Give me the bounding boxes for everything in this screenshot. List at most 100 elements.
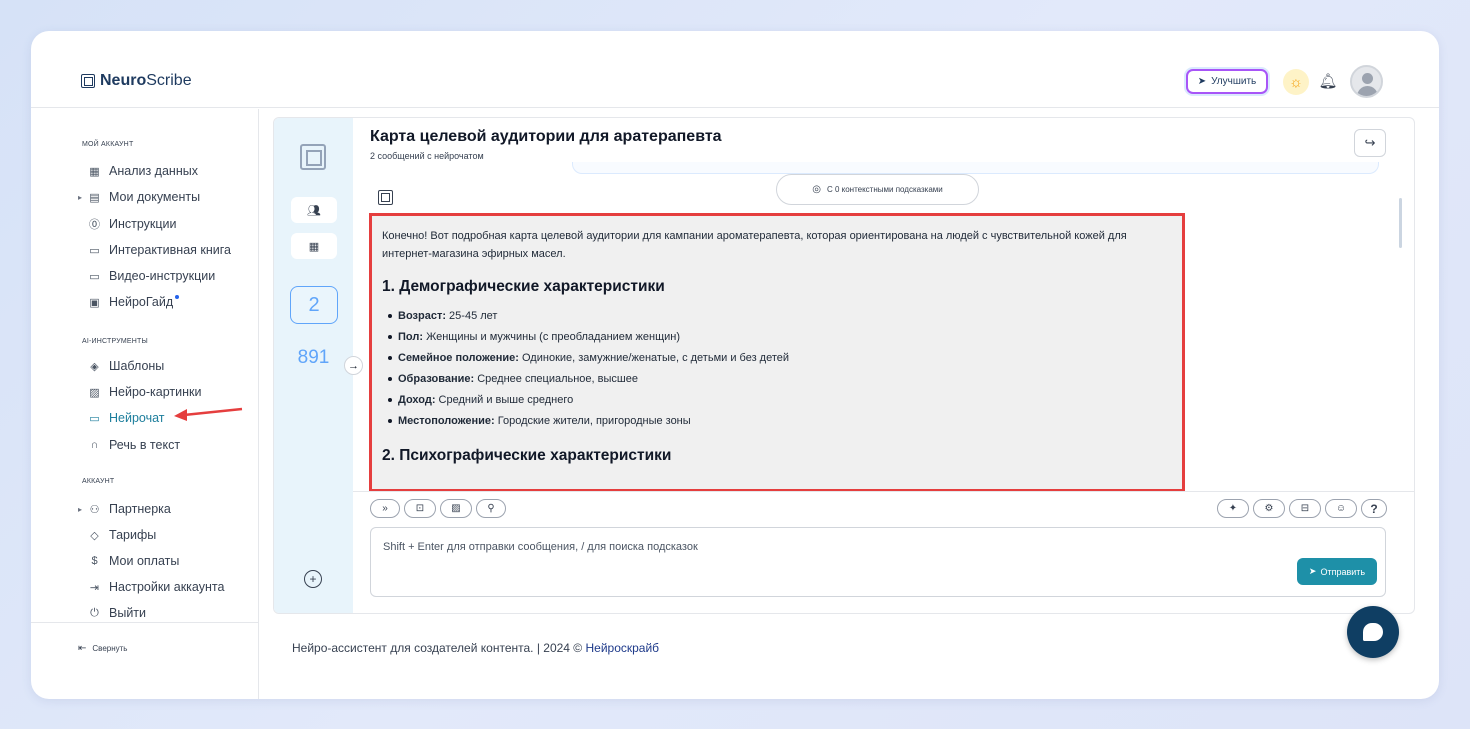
- guide-icon: ▣: [89, 296, 100, 309]
- power-icon: ⏻: [90, 606, 99, 619]
- help-circle-icon: ⓪: [89, 219, 100, 231]
- layout-icon: ⊟: [1300, 503, 1310, 514]
- sidebar-item-label: Видео-инструкции: [109, 269, 216, 283]
- grid-button[interactable]: ▦: [291, 233, 337, 259]
- top-bar: NeuroScribe ➤ Улучшить ☼ 🔔︎: [31, 31, 1439, 108]
- magic-wand-button[interactable]: ⚲: [476, 499, 506, 518]
- item-text: Средний и выше среднего: [435, 394, 574, 406]
- sidebar-item-neuro-images[interactable]: ▨ Нейро-картинки: [88, 385, 201, 399]
- send-label: Отправить: [1320, 566, 1366, 577]
- sidebar-item-video-instructions[interactable]: ▭ Видео-инструкции: [88, 269, 215, 283]
- list-item: Местоположение: Городские жители, пригор…: [382, 411, 1172, 432]
- app-window: NeuroScribe ➤ Улучшить ☼ 🔔︎ МОЙ АККАУНТ …: [31, 31, 1439, 699]
- avatar-torso: [1357, 86, 1378, 96]
- plugins-button[interactable]: ✦: [1217, 499, 1249, 518]
- sidebar-item-neurochat[interactable]: ▭ Нейрочат: [88, 411, 165, 425]
- message-heading-1: 1. Демографические характеристики: [382, 278, 665, 295]
- sidebar-item-label: Мои документы: [109, 190, 201, 204]
- tag-icon: ◇: [90, 529, 99, 542]
- section-account: АККАУНТ: [82, 478, 115, 485]
- message-input[interactable]: Shift + Enter для отправки сообщения, / …: [370, 527, 1386, 597]
- item-label: Образование:: [398, 373, 475, 385]
- list-item: Доход: Средний и выше среднего: [382, 390, 1172, 411]
- settings-button[interactable]: ⚙: [1253, 499, 1285, 518]
- gear-icon: ⚙: [1264, 503, 1274, 514]
- upload-document-button[interactable]: ⊡: [404, 499, 436, 518]
- notifications-bell-icon[interactable]: 🔔︎: [1317, 70, 1339, 92]
- item-text: Среднее специальное, высшее: [474, 373, 638, 385]
- item-label: Пол:: [398, 331, 424, 343]
- item-label: Доход:: [398, 394, 436, 406]
- upgrade-button[interactable]: ➤ Улучшить: [1186, 69, 1268, 94]
- layout-button[interactable]: ⊟: [1289, 499, 1321, 518]
- bot-avatar-icon: [378, 190, 393, 205]
- support-chat-button[interactable]: [1347, 606, 1399, 658]
- sidebar-item-my-documents[interactable]: ▤ Мои документы: [78, 190, 201, 204]
- expand-arrow-icon[interactable]: →: [344, 356, 363, 375]
- wand-icon: ⚲: [487, 503, 495, 514]
- help-button[interactable]: ?: [1361, 499, 1387, 518]
- toolbar-divider: [353, 491, 1414, 492]
- section-ai-tools: AI-ИНСТРУМЕНТЫ: [82, 338, 148, 345]
- sidebar-divider: [31, 622, 259, 623]
- scroll-down-button[interactable]: »: [370, 499, 400, 518]
- send-button[interactable]: ➤ Отправить: [1297, 558, 1377, 585]
- avatar-head: [1362, 73, 1373, 84]
- scrollbar[interactable]: [1399, 198, 1402, 248]
- item-text: Женщины и мужчины (с преобладанием женщи…: [423, 331, 681, 343]
- users-icon: ⚇: [89, 503, 100, 516]
- chat-bubble-icon: [1363, 623, 1383, 641]
- sidebar-item-account-settings[interactable]: ⇥ Настройки аккаунта: [88, 580, 225, 594]
- app-logo[interactable]: NeuroScribe: [81, 72, 192, 90]
- bot-button[interactable]: ☺: [1325, 499, 1357, 518]
- image-icon: ▨: [451, 503, 461, 514]
- chevrons-down-icon: »: [382, 503, 388, 514]
- collapse-sidebar-button[interactable]: ⇤ Свернуть: [78, 643, 127, 654]
- add-chat-icon[interactable]: +: [304, 570, 322, 588]
- upgrade-label: Улучшить: [1211, 76, 1257, 87]
- chat-count-badge[interactable]: 2: [290, 286, 338, 324]
- token-number: 891: [297, 347, 330, 368]
- red-arrow-annotation: [174, 407, 243, 421]
- sidebar-item-label: Настройки аккаунта: [109, 580, 225, 594]
- sidebar-item-neuroguide[interactable]: ▣ НейроГайд: [88, 295, 180, 309]
- send-icon: ➤: [1308, 566, 1317, 576]
- list-item: Образование: Среднее специальное, высшее: [382, 369, 1172, 390]
- footer: Нейро-ассистент для создателей контента.…: [292, 641, 659, 655]
- share-icon: ↪: [1364, 135, 1376, 150]
- sidebar-item-instructions[interactable]: ⓪ Инструкции: [88, 216, 177, 232]
- palette-icon: ◎: [812, 184, 821, 195]
- sidebar-item-templates[interactable]: ◈ Шаблоны: [88, 359, 164, 373]
- footer-text: Нейро-ассистент для создателей контента.…: [292, 641, 586, 655]
- sidebar-item-tariffs[interactable]: ◇ Тарифы: [88, 528, 156, 542]
- sidebar-item-data-analysis[interactable]: ▦ Анализ данных: [88, 164, 198, 178]
- sidebar-item-partners[interactable]: ⚇ Партнерка: [78, 502, 171, 516]
- sidebar-item-speech-to-text[interactable]: ∩ Речь в текст: [88, 438, 181, 452]
- sidebar-item-label: Интерактивная книга: [109, 243, 231, 257]
- sidebar-item-label: Тарифы: [109, 528, 157, 542]
- item-text: 25-45 лет: [446, 310, 498, 322]
- collapse-label: Свернуть: [92, 644, 128, 653]
- team-button[interactable]: 👥︎: [291, 197, 337, 223]
- logo-text-light: Scribe: [146, 72, 192, 89]
- chat-panel: 👥︎ ▦ 2 891 + → Карта целевой аудитории д…: [273, 117, 1415, 614]
- headphones-icon: ∩: [90, 439, 99, 451]
- theme-toggle-sun-icon[interactable]: ☼: [1283, 69, 1309, 95]
- sidebar-item-label: Нейрочат: [109, 411, 165, 425]
- sidebar-item-logout[interactable]: ⏻ Выйти: [88, 606, 146, 620]
- robot-icon: ☺: [1335, 503, 1347, 514]
- message-input-placeholder: Shift + Enter для отправки сообщения, / …: [383, 541, 698, 553]
- sidebar-item-interactive-book[interactable]: ▭ Интерактивная книга: [88, 243, 231, 257]
- sidebar-item-label: Нейро-картинки: [109, 385, 202, 399]
- chat-rail: 👥︎ ▦ 2 891 +: [274, 118, 353, 613]
- share-button[interactable]: ↪: [1354, 129, 1386, 157]
- sidebar-item-label: Мои оплаты: [109, 554, 180, 568]
- upload-image-button[interactable]: ▨: [440, 499, 472, 518]
- context-hints-pill[interactable]: ◎ С 0 контекстными подсказками: [776, 174, 979, 205]
- logo-icon: [81, 74, 95, 88]
- collapse-icon: ⇤: [78, 643, 87, 654]
- grid-icon: ▦: [89, 165, 100, 178]
- footer-link[interactable]: Нейроскрайб: [585, 641, 659, 655]
- sidebar-item-payments[interactable]: $ Мои оплаты: [88, 554, 179, 568]
- user-avatar[interactable]: [1350, 65, 1383, 98]
